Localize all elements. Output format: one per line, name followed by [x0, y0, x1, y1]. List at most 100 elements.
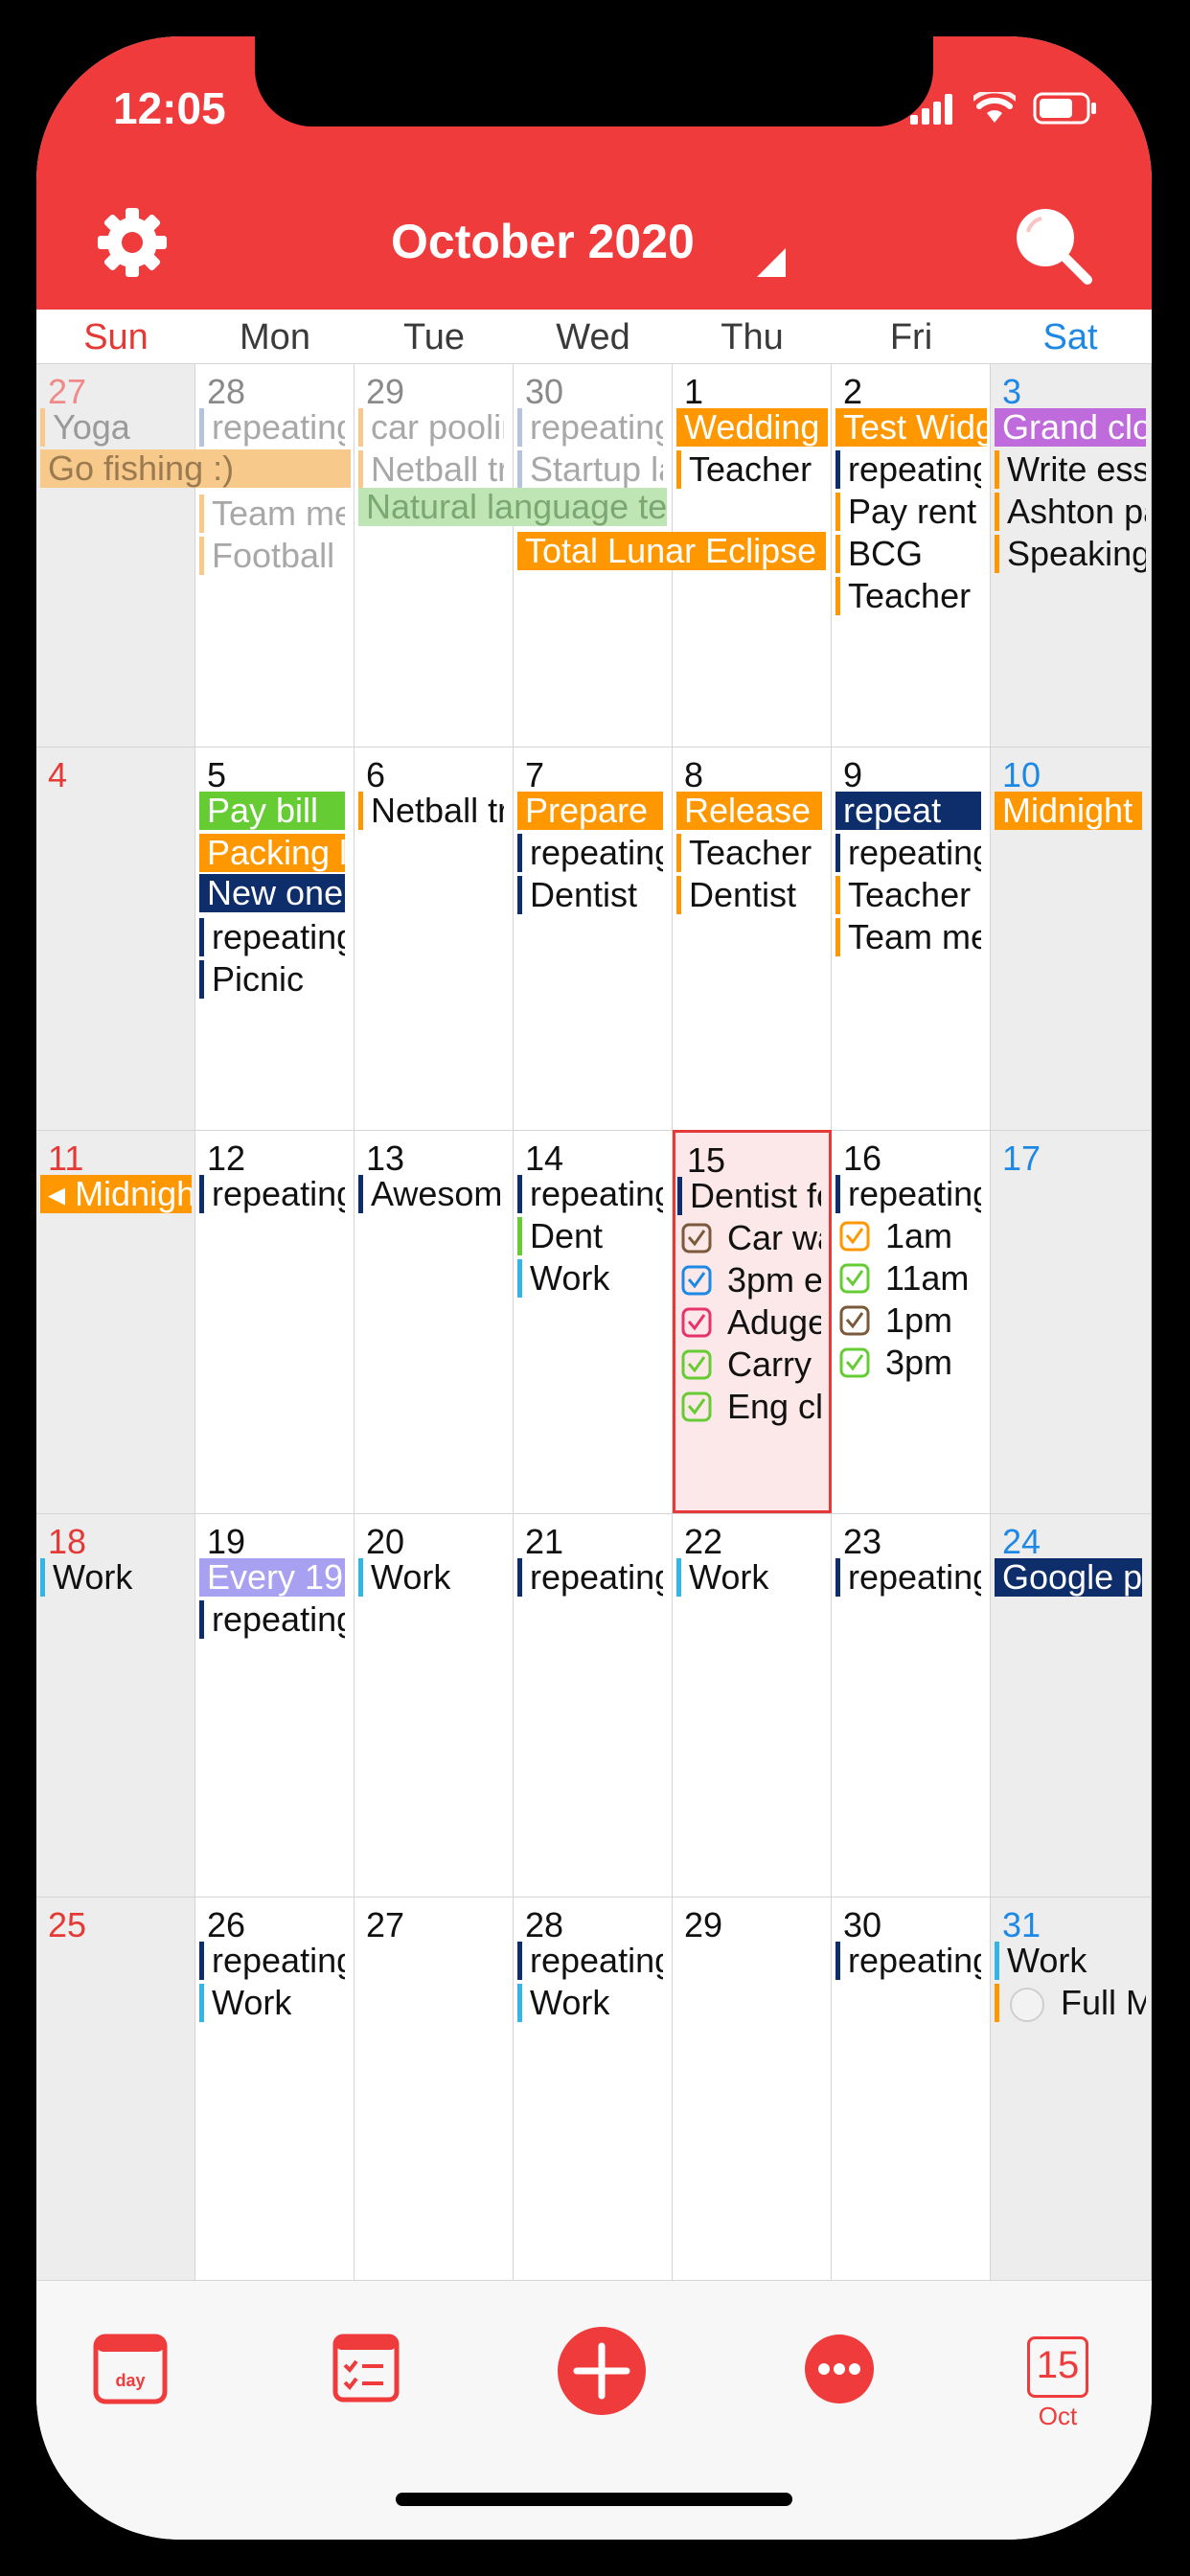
- event[interactable]: Teacher: [676, 450, 822, 489]
- search-icon[interactable]: [1009, 201, 1095, 288]
- checkbox-icon[interactable]: [681, 1223, 712, 1254]
- event[interactable]: repeating: [199, 408, 345, 447]
- event[interactable]: Dentist: [517, 876, 663, 914]
- day-cell[interactable]: 31 Work Full Moon: [991, 1897, 1152, 2280]
- day-view-calendar-icon[interactable]: day: [92, 2331, 169, 2407]
- day-cell[interactable]: 23 repeating: [832, 1513, 991, 1897]
- day-cell[interactable]: 4: [36, 747, 195, 1130]
- checkbox-icon[interactable]: [839, 1221, 870, 1252]
- day-cell[interactable]: 28 repeating Team meeting Football: [195, 363, 355, 747]
- event[interactable]: Prepare: [517, 792, 663, 830]
- month-title[interactable]: October 2020: [391, 214, 695, 269]
- day-cell[interactable]: 22 Work: [673, 1513, 832, 1897]
- day-cell[interactable]: 24 Google play: [991, 1513, 1152, 1897]
- event[interactable]: Dentist follow-up: [677, 1177, 821, 1215]
- event[interactable]: repeating: [517, 1175, 663, 1213]
- event[interactable]: Every 19: [199, 1558, 345, 1597]
- month-dropdown-caret-icon[interactable]: [757, 248, 786, 277]
- checkbox-icon[interactable]: [681, 1349, 712, 1380]
- event[interactable]: Work: [517, 1984, 663, 2022]
- event[interactable]: Work: [517, 1259, 663, 1298]
- spanning-event[interactable]: Total Lunar Eclipse: [517, 532, 826, 570]
- event[interactable]: Pay bill: [199, 792, 345, 830]
- event[interactable]: repeating: [199, 1942, 345, 1980]
- event[interactable]: Grand closing: [995, 408, 1146, 447]
- day-cell[interactable]: 9 repeat repeating Teacher Team meeting: [832, 747, 991, 1130]
- day-cell[interactable]: 3 Grand closing Write essay Ashton party…: [991, 363, 1152, 747]
- day-cell[interactable]: 2 Test Widget repeating Pay rent BCG Tea…: [832, 363, 991, 747]
- day-cell-today[interactable]: 15 Dentist follow-up Car wash 3pm edit A…: [673, 1130, 832, 1513]
- event[interactable]: Yoga: [40, 408, 192, 447]
- day-cell[interactable]: 21 repeating: [514, 1513, 673, 1897]
- day-cell[interactable]: 19 Every 19 repeating: [195, 1513, 355, 1897]
- event[interactable]: Netball training: [358, 792, 504, 830]
- event[interactable]: repeating: [835, 834, 981, 872]
- event[interactable]: Work: [199, 1984, 345, 2022]
- event[interactable]: BCG: [835, 535, 981, 573]
- event[interactable]: car pooling: [358, 408, 504, 447]
- event[interactable]: Team meeting: [199, 494, 345, 533]
- event[interactable]: repeating: [835, 1942, 981, 1980]
- day-cell[interactable]: 18 Work: [36, 1513, 195, 1897]
- event[interactable]: repeat: [835, 792, 981, 830]
- event[interactable]: Teacher: [835, 876, 981, 914]
- checkbox-icon[interactable]: [681, 1392, 712, 1422]
- day-cell[interactable]: 28 repeating Work: [514, 1897, 673, 2280]
- event[interactable]: Work: [995, 1942, 1146, 1980]
- event[interactable]: repeating: [517, 1558, 663, 1597]
- day-cell[interactable]: 16 repeating 1am 11am 1pm 3pm: [832, 1130, 991, 1513]
- event[interactable]: repeating: [835, 450, 981, 489]
- event[interactable]: Team meeting: [835, 918, 981, 956]
- day-cell[interactable]: 6 Netball training: [355, 747, 514, 1130]
- day-cell[interactable]: 20 Work: [355, 1513, 514, 1897]
- day-cell[interactable]: 13 Awesome: [355, 1130, 514, 1513]
- more-options-icon[interactable]: [803, 2333, 876, 2405]
- event[interactable]: Release: [676, 792, 822, 830]
- event[interactable]: Work: [358, 1558, 504, 1597]
- day-cell[interactable]: 26 repeating Work: [195, 1897, 355, 2280]
- checkbox-icon[interactable]: [681, 1307, 712, 1338]
- event[interactable]: Dent: [517, 1217, 663, 1255]
- day-cell[interactable]: 5 Pay bill Packing list New one repeatin…: [195, 747, 355, 1130]
- event[interactable]: repeating: [835, 1175, 981, 1213]
- checkbox-icon[interactable]: [839, 1347, 870, 1378]
- day-cell[interactable]: 27: [355, 1897, 514, 2280]
- day-cell[interactable]: 11 ◂ Midnight: [36, 1130, 195, 1513]
- day-cell[interactable]: 17: [991, 1130, 1152, 1513]
- day-cell[interactable]: 29 car pooling Netball training: [355, 363, 514, 747]
- event[interactable]: Netball training: [358, 450, 504, 489]
- event[interactable]: repeating: [517, 408, 663, 447]
- checkbox-icon[interactable]: [839, 1305, 870, 1336]
- day-cell[interactable]: 27 Yoga: [36, 363, 195, 747]
- event[interactable]: Teacher: [835, 577, 981, 615]
- day-cell[interactable]: 25: [36, 1897, 195, 2280]
- event[interactable]: Google play: [995, 1558, 1142, 1597]
- spanning-event[interactable]: Natural language text: [358, 488, 667, 526]
- spanning-event[interactable]: Go fishing :): [40, 449, 351, 488]
- event[interactable]: Football: [199, 537, 345, 575]
- day-cell[interactable]: 30 repeating: [832, 1897, 991, 2280]
- add-event-button[interactable]: [556, 2325, 648, 2417]
- event[interactable]: Midnight: [995, 792, 1142, 830]
- event[interactable]: Packing list: [199, 834, 345, 872]
- event[interactable]: Ashton party: [995, 493, 1146, 531]
- event[interactable]: Awesome: [358, 1175, 504, 1213]
- event[interactable]: repeating: [199, 918, 345, 956]
- day-cell[interactable]: 8 Release Teacher Dentist: [673, 747, 832, 1130]
- day-cell[interactable]: 12 repeating: [195, 1130, 355, 1513]
- event[interactable]: Speaking: [995, 535, 1146, 573]
- event[interactable]: Test Widget: [835, 408, 987, 447]
- day-cell[interactable]: 14 repeating Dent Work: [514, 1130, 673, 1513]
- day-cell[interactable]: 7 Prepare repeating Dentist: [514, 747, 673, 1130]
- settings-gear-icon[interactable]: [94, 204, 171, 281]
- event[interactable]: New one: [199, 874, 345, 912]
- day-cell[interactable]: 29: [673, 1897, 832, 2280]
- event[interactable]: Picnic: [199, 960, 345, 999]
- event[interactable]: Work: [676, 1558, 822, 1597]
- event[interactable]: Teacher: [676, 834, 822, 872]
- event[interactable]: Work: [40, 1558, 186, 1597]
- event[interactable]: Wedding: [676, 408, 828, 447]
- day-cell[interactable]: 10 Midnight: [991, 747, 1152, 1130]
- checkbox-icon[interactable]: [839, 1263, 870, 1294]
- event[interactable]: Startup launch: [517, 450, 663, 489]
